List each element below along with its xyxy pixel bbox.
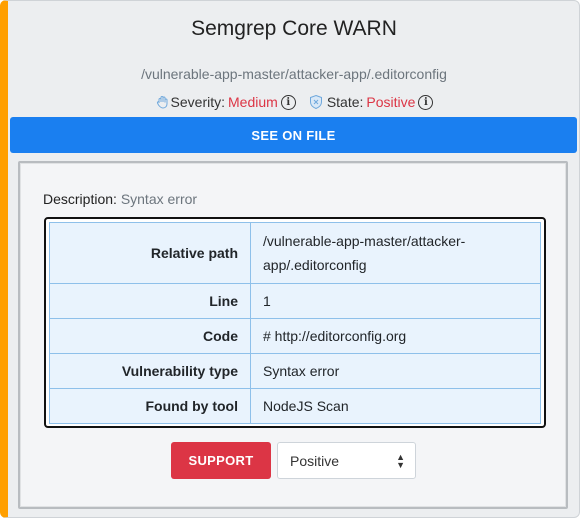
table-row: Code # http://editorconfig.org: [49, 318, 541, 354]
support-button[interactable]: SUPPORT: [171, 442, 271, 479]
row-key: Relative path: [49, 222, 251, 284]
state-group: State: Positive i: [308, 94, 434, 110]
table-row: Vulnerability type Syntax error: [49, 353, 541, 389]
row-value: Syntax error: [250, 353, 541, 389]
state-select-value: Positive: [290, 452, 340, 469]
description-label: Description:: [43, 191, 117, 207]
finding-title: Semgrep Core WARN: [191, 17, 397, 40]
table-row: Found by tool NodeJS Scan: [49, 388, 541, 424]
row-key: Found by tool: [49, 388, 251, 424]
select-caret-icon: ▲ ▼: [396, 452, 405, 470]
description-value: Syntax error: [120, 191, 198, 207]
state-select[interactable]: Positive ▲ ▼: [277, 442, 416, 479]
row-key: Line: [49, 283, 251, 319]
details-table: Relative path /vulnerable-app-master/att…: [49, 222, 541, 424]
severity-label: Severity:: [170, 94, 226, 110]
see-on-file-button[interactable]: SEE ON FILE: [10, 117, 577, 153]
finding-card: Semgrep Core WARN /vulnerable-app-master…: [0, 0, 580, 518]
hand-icon: [156, 96, 168, 109]
state-info-icon[interactable]: i: [418, 94, 434, 110]
severity-info-icon[interactable]: i: [280, 94, 296, 110]
row-key: Vulnerability type: [49, 353, 251, 389]
severity-value: Medium: [228, 94, 278, 110]
severity-group: Severity: Medium i: [155, 94, 296, 110]
description: Description: Syntax error: [43, 191, 197, 207]
file-path: /vulnerable-app-master/attacker-app/.edi…: [141, 66, 447, 82]
state-value: Positive: [366, 94, 416, 110]
table-row: Line 1: [49, 283, 541, 319]
finding-meta: Severity: Medium i State: Positive i: [8, 94, 579, 110]
details-table-wrapper: Relative path /vulnerable-app-master/att…: [44, 217, 546, 428]
row-value: NodeJS Scan: [250, 388, 541, 424]
state-label: State:: [326, 94, 364, 110]
details-panel: Description: Syntax error Relative path …: [18, 161, 568, 509]
table-row: Relative path /vulnerable-app-master/att…: [49, 222, 541, 284]
row-value: # http://editorconfig.org: [250, 318, 541, 354]
shield-icon: [309, 94, 322, 110]
row-key: Code: [49, 318, 251, 354]
row-value: 1: [250, 283, 541, 319]
row-value: /vulnerable-app-master/attacker-app/.edi…: [250, 222, 541, 284]
